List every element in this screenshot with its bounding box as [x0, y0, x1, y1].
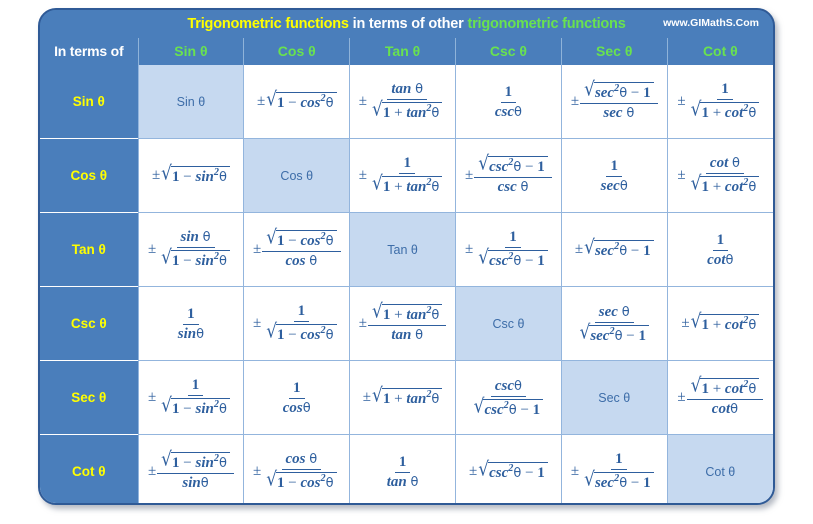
cell-tan-tan: Tan θ — [349, 212, 456, 287]
title-segment-highlight: Trigonometric functions — [187, 16, 349, 32]
trig-identity-panel: Trigonometric functions in terms of othe… — [38, 8, 775, 505]
cell-tan-sec: ± √ sec2θ − 1 — [560, 212, 668, 287]
cell-sin-cot: ±1 √ 1 + cot2θ — [666, 64, 773, 139]
cell-cos-cos: Cos θ — [243, 138, 350, 213]
cell-cos-tan: ±1 √ 1 + tan2θ — [349, 138, 456, 213]
table-row: Sin θ Sin θ ± √ 1 − cos2θ ± tan θ √ 1 + tan2θ… — [40, 64, 773, 139]
cell-cos-sec: 1 secθ — [560, 138, 668, 213]
column-header-cos: Cos θ — [243, 38, 350, 65]
table-row: Cot θ ± √ 1 − sin2θ sinθ ± cos θ √ 1 − cos2θ 1… — [40, 434, 773, 503]
website-label: www.GIMathS.Com — [663, 17, 759, 29]
cell-csc-tan: ± √ 1 + tan2θ tan θ — [349, 286, 456, 361]
cell-cot-tan: 1 tan θ — [349, 434, 456, 503]
cell-tan-csc: ±1 √ csc2θ − 1 — [455, 212, 562, 287]
cell-cot-sec: ±1 √ sec2θ − 1 — [560, 434, 668, 503]
panel-titlebar: Trigonometric functions in terms of othe… — [40, 10, 773, 38]
cell-sec-cot: ± √ 1 + cot2θ cotθ — [666, 360, 773, 435]
cell-tan-cot: 1 cotθ — [666, 212, 773, 287]
cell-sec-csc: cscθ √ csc2θ − 1 — [455, 360, 562, 435]
cell-sin-cos: ± √ 1 − cos2θ — [243, 64, 350, 139]
column-header-sin: Sin θ — [137, 38, 244, 65]
row-header-csc: Csc θ — [40, 286, 139, 361]
cell-sin-csc: 1 cscθ — [455, 64, 562, 139]
table-header-row: In terms of Sin θ Cos θ Tan θ Csc θ Sec … — [40, 38, 773, 65]
cell-cot-cos: ± cos θ √ 1 − cos2θ — [243, 434, 350, 503]
cell-sec-tan: ± √ 1 + tan2θ — [349, 360, 456, 435]
cell-csc-sec: sec θ √ sec2θ − 1 — [560, 286, 668, 361]
column-header-cot: Cot θ — [666, 38, 773, 65]
corner-header: In terms of — [40, 38, 139, 65]
trig-identities-table: In terms of Sin θ Cos θ Tan θ Csc θ Sec … — [40, 38, 773, 503]
cell-cot-csc: ± √ csc2θ − 1 — [455, 434, 562, 503]
row-header-cos: Cos θ — [40, 138, 139, 213]
cell-sin-sin: Sin θ — [137, 64, 244, 139]
title-segment-middle: in terms of other — [348, 16, 468, 32]
cell-csc-cot: ± √ 1 + cot2θ — [666, 286, 773, 361]
cell-sec-sin: ±1 √ 1 − sin2θ — [137, 360, 244, 435]
column-header-csc: Csc θ — [455, 38, 562, 65]
table-row: Cos θ ± √ 1 − sin2θ Cos θ ±1 √ 1 + tan2θ ± √ c… — [40, 138, 773, 213]
cell-sin-tan: ± tan θ √ 1 + tan2θ — [349, 64, 456, 139]
table-row: Csc θ 1 sinθ ±1 √ 1 − cos2θ ± √ 1 + tan2θ tan … — [40, 286, 773, 361]
cell-csc-sin: 1 sinθ — [137, 286, 244, 361]
cell-sec-sec: Sec θ — [560, 360, 668, 435]
cell-cot-cot: Cot θ — [666, 434, 773, 503]
row-header-cot: Cot θ — [40, 434, 139, 503]
title-segment-accent: trigonometric functions — [467, 16, 626, 32]
row-header-sin: Sin θ — [40, 64, 139, 139]
table-row: Tan θ ± sin θ √ 1 − sin2θ ± √ 1 − cos2θ cos θ … — [40, 212, 773, 287]
cell-csc-csc: Csc θ — [455, 286, 562, 361]
column-header-sec: Sec θ — [560, 38, 668, 65]
cell-cos-cot: ± cot θ √ 1 + cot2θ — [666, 138, 773, 213]
row-header-tan: Tan θ — [40, 212, 139, 287]
column-header-tan: Tan θ — [349, 38, 456, 65]
cell-tan-sin: ± sin θ √ 1 − sin2θ — [137, 212, 244, 287]
cell-cos-csc: ± √ csc2θ − 1 csc θ — [455, 138, 562, 213]
table-row: Sec θ ±1 √ 1 − sin2θ 1 cosθ ± √ 1 + tan2θ csc… — [40, 360, 773, 435]
cell-sin-sec: ± √ sec2θ − 1 sec θ — [560, 64, 668, 139]
cell-cos-sin: ± √ 1 − sin2θ — [137, 138, 244, 213]
row-header-sec: Sec θ — [40, 360, 139, 435]
cell-sec-cos: 1 cosθ — [243, 360, 350, 435]
page-title: Trigonometric functions in terms of othe… — [187, 16, 625, 32]
cell-tan-cos: ± √ 1 − cos2θ cos θ — [243, 212, 350, 287]
cell-csc-cos: ±1 √ 1 − cos2θ — [243, 286, 350, 361]
cell-cot-sin: ± √ 1 − sin2θ sinθ — [137, 434, 244, 503]
